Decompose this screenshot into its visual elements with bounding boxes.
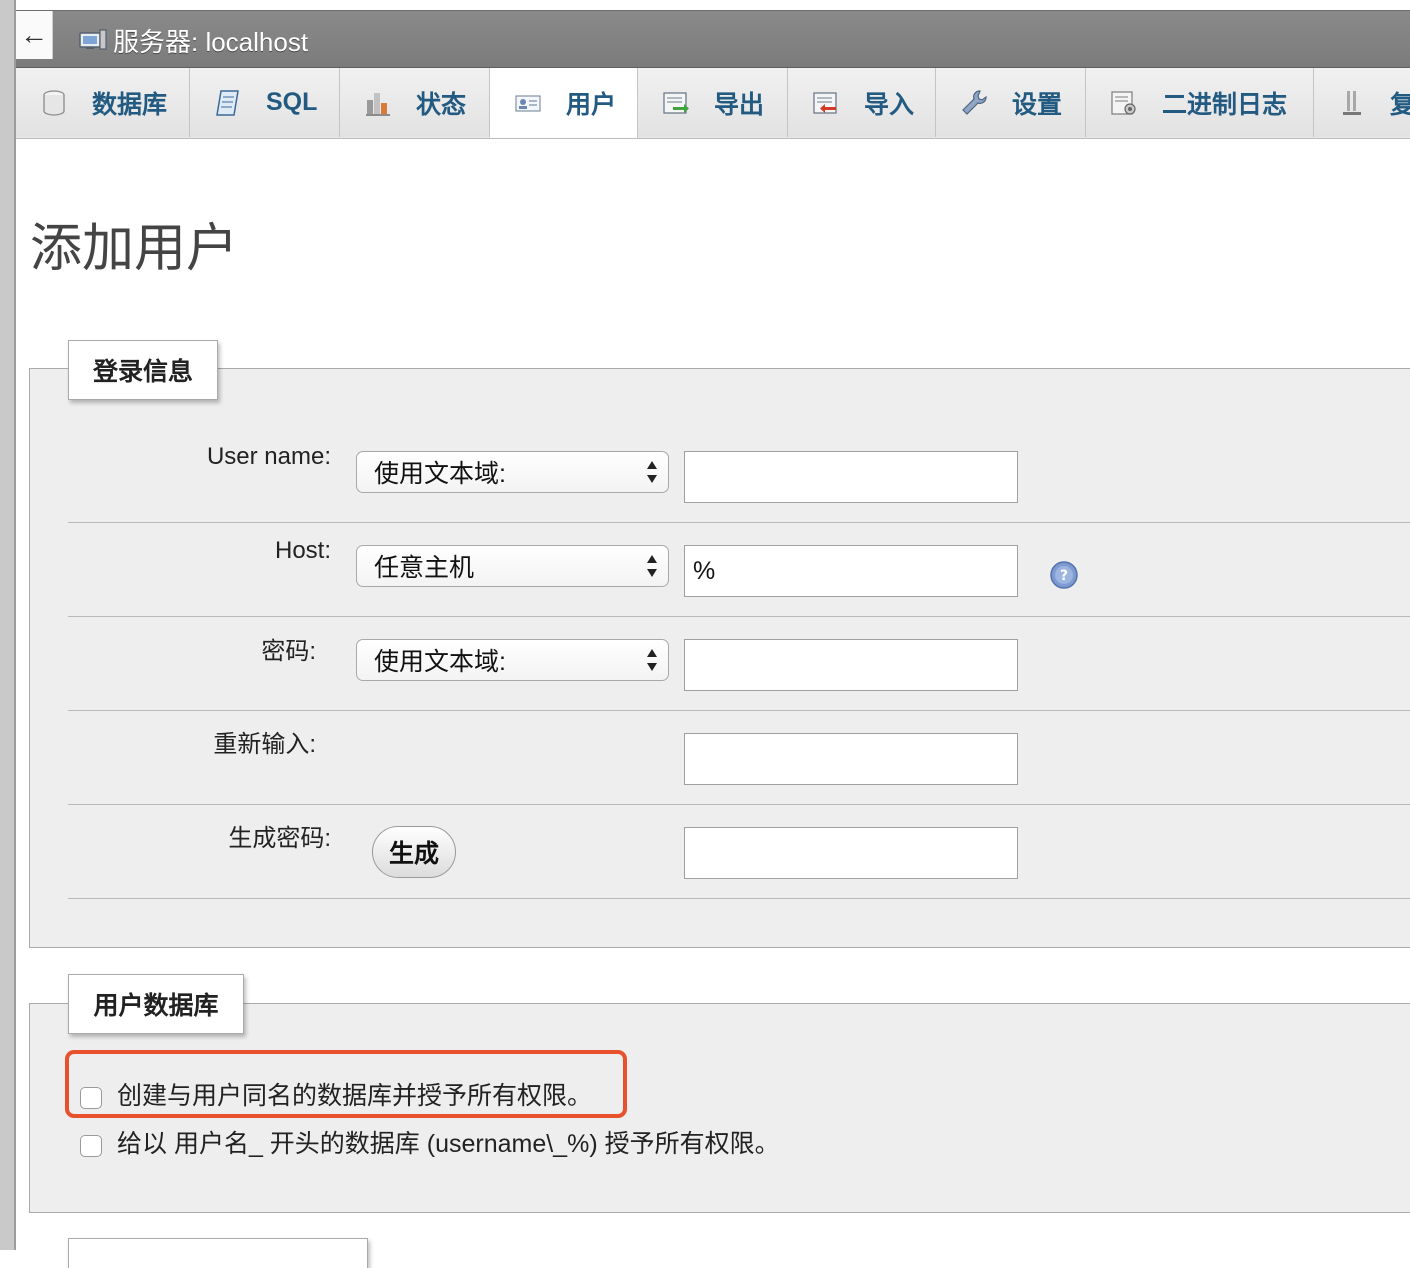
username-type-value: 使用文本域:: [374, 460, 506, 488]
back-button[interactable]: ←: [16, 11, 53, 59]
server-title[interactable]: 服务器: localhost: [113, 22, 308, 59]
sql-scroll-icon: [216, 89, 239, 116]
tab-databases[interactable]: 数据库: [16, 68, 190, 137]
tab-label: 复: [1390, 90, 1410, 119]
user-database-legend: 用户数据库: [68, 974, 244, 1034]
tab-label: 状态: [416, 90, 467, 119]
create-same-name-db-label[interactable]: 创建与用户同名的数据库并授予所有权限。: [117, 1076, 592, 1112]
reenter-label: 重新输入:: [213, 731, 316, 758]
help-icon[interactable]: ?: [1049, 560, 1079, 590]
tab-label: 导出: [714, 90, 765, 119]
users-card-icon: [515, 95, 541, 112]
status-chart-icon: [366, 92, 390, 116]
tab-status[interactable]: 状态: [340, 68, 490, 137]
page-title: 添加用户: [30, 220, 239, 278]
row-divider: [68, 804, 1410, 805]
generate-password-label: 生成密码:: [228, 825, 331, 852]
tab-binary-log[interactable]: 二进制日志: [1086, 68, 1314, 137]
username-label: User name:: [206, 443, 331, 470]
export-icon: [663, 91, 689, 114]
host-input[interactable]: [684, 545, 1018, 597]
username-input[interactable]: [684, 451, 1018, 503]
username-type-select[interactable]: 使用文本域:: [356, 451, 669, 493]
generated-password-input[interactable]: [684, 827, 1018, 879]
server-icon: [79, 29, 107, 50]
tab-label: 导入: [864, 90, 915, 119]
row-divider: [68, 616, 1410, 617]
tab-label: SQL: [266, 88, 318, 116]
tab-import[interactable]: 导入: [788, 68, 936, 137]
password-label: 密码:: [261, 638, 316, 665]
binlog-icon: [1111, 90, 1136, 115]
password-type-value: 使用文本域:: [374, 648, 506, 676]
tab-label: 用户: [566, 91, 617, 119]
tab-settings[interactable]: 设置: [936, 68, 1086, 137]
tab-users[interactable]: 用户: [490, 68, 638, 138]
grant-prefix-db-label[interactable]: 给以 用户名_ 开头的数据库 (username\_%) 授予所有权限。: [117, 1124, 780, 1160]
password-type-select[interactable]: 使用文本域:: [356, 639, 669, 681]
password-input[interactable]: [684, 639, 1018, 691]
row-divider: [68, 710, 1410, 711]
database-icon: [43, 89, 65, 116]
create-same-name-db-checkbox[interactable]: [80, 1087, 102, 1109]
generate-password-button[interactable]: 生成: [372, 826, 456, 878]
svg-text:?: ?: [1060, 568, 1068, 584]
server-breadcrumb-bar: ← 服务器: localhost: [16, 10, 1410, 68]
host-label: Host:: [274, 537, 331, 564]
tab-replication[interactable]: 复: [1314, 68, 1410, 137]
next-section-legend: [68, 1238, 368, 1268]
back-arrow-icon: ←: [20, 19, 48, 50]
tab-export[interactable]: 导出: [638, 68, 788, 137]
host-type-select[interactable]: 任意主机: [356, 545, 669, 587]
tab-sql[interactable]: SQL: [190, 68, 340, 137]
main-tab-bar: 数据库 SQL 状态 用户 导出 导入 设置 二进制日志 复: [16, 68, 1410, 139]
select-arrows-icon: [647, 461, 657, 483]
select-arrows-icon: [647, 649, 657, 671]
left-rail: [0, 0, 14, 1250]
grant-prefix-db-checkbox[interactable]: [80, 1135, 102, 1157]
tab-label: 设置: [1012, 90, 1063, 119]
tab-label: 二进制日志: [1162, 90, 1288, 119]
row-divider: [68, 522, 1410, 523]
replication-icon: [1343, 90, 1361, 115]
login-info-legend: 登录信息: [68, 340, 218, 400]
reenter-password-input[interactable]: [684, 733, 1018, 785]
tab-label: 数据库: [92, 90, 168, 119]
select-arrows-icon: [647, 555, 657, 577]
import-icon: [813, 91, 837, 114]
wrench-icon: [962, 89, 987, 115]
left-rail-divider: [14, 0, 16, 1250]
row-divider: [68, 898, 1410, 899]
host-type-value: 任意主机: [374, 554, 475, 582]
